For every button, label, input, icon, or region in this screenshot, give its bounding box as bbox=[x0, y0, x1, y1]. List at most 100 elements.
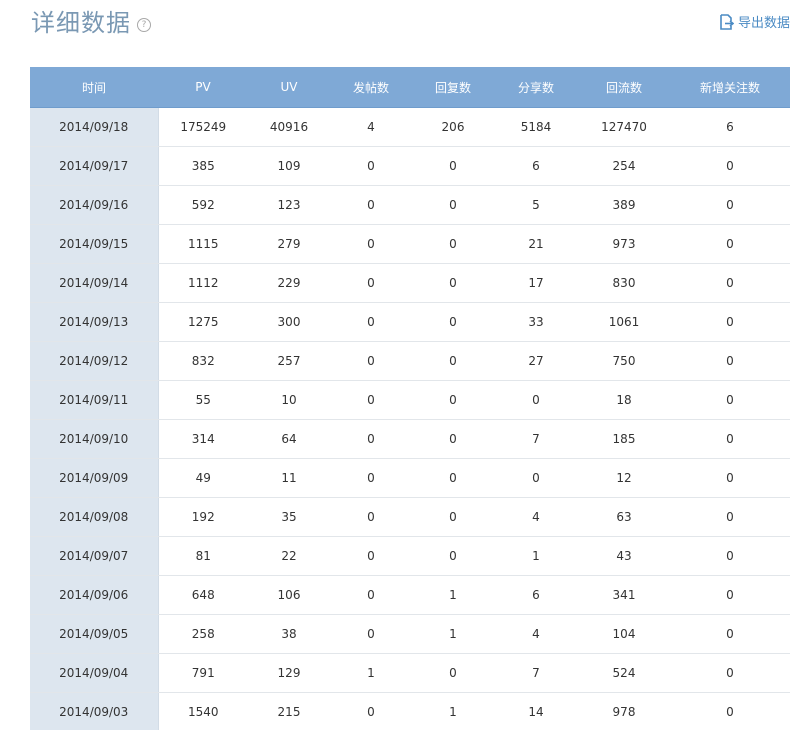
cell-backflow: 63 bbox=[578, 497, 670, 537]
cell-pv: 49 bbox=[158, 458, 248, 498]
cell-replies: 0 bbox=[412, 185, 494, 225]
cell-pv: 1112 bbox=[158, 263, 248, 303]
title-row: 详细数据 ? bbox=[31, 6, 151, 40]
table-row: 2014/09/17 385 109 0 0 6 254 0 bbox=[30, 146, 790, 186]
cell-posts: 0 bbox=[330, 185, 412, 225]
cell-replies: 0 bbox=[412, 653, 494, 693]
cell-new-follows: 0 bbox=[670, 497, 790, 537]
cell-uv: 64 bbox=[248, 419, 330, 459]
cell-replies: 0 bbox=[412, 302, 494, 342]
table-row: 2014/09/15 1115 279 0 0 21 973 0 bbox=[30, 224, 790, 264]
table-row: 2014/09/03 1540 215 0 1 14 978 0 bbox=[30, 692, 790, 730]
cell-replies: 0 bbox=[412, 224, 494, 264]
cell-posts: 0 bbox=[330, 380, 412, 420]
table-row: 2014/09/11 55 10 0 0 0 18 0 bbox=[30, 380, 790, 420]
cell-uv: 123 bbox=[248, 185, 330, 225]
cell-shares: 33 bbox=[494, 302, 578, 342]
cell-replies: 0 bbox=[412, 497, 494, 537]
cell-shares: 4 bbox=[494, 497, 578, 537]
page: 详细数据 ? 导出数据 时间 PV UV 发帖数 回复数 分享数 回流数 新增关注 bbox=[0, 0, 799, 730]
cell-backflow: 978 bbox=[578, 692, 670, 730]
cell-shares: 4 bbox=[494, 614, 578, 654]
cell-pv: 1275 bbox=[158, 302, 248, 342]
export-data-button[interactable]: 导出数据 bbox=[720, 12, 790, 31]
cell-pv: 1115 bbox=[158, 224, 248, 264]
column-header-shares: 分享数 bbox=[494, 67, 578, 108]
table-row: 2014/09/13 1275 300 0 0 33 1061 0 bbox=[30, 302, 790, 342]
cell-posts: 0 bbox=[330, 146, 412, 186]
cell-date: 2014/09/15 bbox=[30, 224, 159, 264]
cell-posts: 0 bbox=[330, 575, 412, 615]
cell-replies: 206 bbox=[412, 107, 494, 147]
cell-date: 2014/09/14 bbox=[30, 263, 159, 303]
cell-uv: 229 bbox=[248, 263, 330, 303]
cell-new-follows: 0 bbox=[670, 185, 790, 225]
cell-date: 2014/09/03 bbox=[30, 692, 159, 730]
cell-new-follows: 0 bbox=[670, 146, 790, 186]
cell-posts: 0 bbox=[330, 341, 412, 381]
cell-replies: 0 bbox=[412, 263, 494, 303]
cell-uv: 38 bbox=[248, 614, 330, 654]
column-header-backflow: 回流数 bbox=[578, 67, 670, 108]
cell-backflow: 104 bbox=[578, 614, 670, 654]
cell-pv: 314 bbox=[158, 419, 248, 459]
cell-posts: 4 bbox=[330, 107, 412, 147]
table-row: 2014/09/14 1112 229 0 0 17 830 0 bbox=[30, 263, 790, 303]
cell-posts: 0 bbox=[330, 224, 412, 264]
cell-new-follows: 0 bbox=[670, 302, 790, 342]
cell-new-follows: 0 bbox=[670, 224, 790, 264]
column-header-uv: UV bbox=[248, 67, 330, 108]
cell-posts: 0 bbox=[330, 614, 412, 654]
cell-shares: 0 bbox=[494, 458, 578, 498]
cell-backflow: 973 bbox=[578, 224, 670, 264]
column-header-replies: 回复数 bbox=[412, 67, 494, 108]
export-file-icon bbox=[720, 13, 734, 30]
cell-replies: 1 bbox=[412, 575, 494, 615]
cell-uv: 10 bbox=[248, 380, 330, 420]
detail-data-table: 时间 PV UV 发帖数 回复数 分享数 回流数 新增关注数 2014/09/18 175249… bbox=[30, 67, 790, 730]
cell-date: 2014/09/08 bbox=[30, 497, 159, 537]
cell-date: 2014/09/17 bbox=[30, 146, 159, 186]
table-row: 2014/09/05 258 38 0 1 4 104 0 bbox=[30, 614, 790, 654]
cell-new-follows: 0 bbox=[670, 692, 790, 730]
cell-posts: 0 bbox=[330, 536, 412, 576]
cell-shares: 14 bbox=[494, 692, 578, 730]
cell-date: 2014/09/12 bbox=[30, 341, 159, 381]
cell-uv: 129 bbox=[248, 653, 330, 693]
cell-date: 2014/09/05 bbox=[30, 614, 159, 654]
table-row: 2014/09/08 192 35 0 0 4 63 0 bbox=[30, 497, 790, 537]
cell-backflow: 185 bbox=[578, 419, 670, 459]
cell-date: 2014/09/07 bbox=[30, 536, 159, 576]
cell-backflow: 1061 bbox=[578, 302, 670, 342]
column-header-pv: PV bbox=[158, 67, 248, 108]
cell-replies: 0 bbox=[412, 146, 494, 186]
column-header-date: 时间 bbox=[30, 67, 158, 108]
cell-new-follows: 0 bbox=[670, 341, 790, 381]
cell-date: 2014/09/06 bbox=[30, 575, 159, 615]
cell-pv: 1540 bbox=[158, 692, 248, 730]
cell-new-follows: 0 bbox=[670, 536, 790, 576]
cell-posts: 1 bbox=[330, 653, 412, 693]
cell-backflow: 18 bbox=[578, 380, 670, 420]
cell-uv: 257 bbox=[248, 341, 330, 381]
cell-uv: 300 bbox=[248, 302, 330, 342]
table-row: 2014/09/12 832 257 0 0 27 750 0 bbox=[30, 341, 790, 381]
cell-uv: 106 bbox=[248, 575, 330, 615]
cell-date: 2014/09/04 bbox=[30, 653, 159, 693]
cell-shares: 1 bbox=[494, 536, 578, 576]
cell-new-follows: 0 bbox=[670, 380, 790, 420]
cell-date: 2014/09/09 bbox=[30, 458, 159, 498]
cell-shares: 0 bbox=[494, 380, 578, 420]
cell-pv: 648 bbox=[158, 575, 248, 615]
cell-new-follows: 0 bbox=[670, 614, 790, 654]
table-header-row: 时间 PV UV 发帖数 回复数 分享数 回流数 新增关注数 bbox=[30, 67, 790, 108]
cell-uv: 40916 bbox=[248, 107, 330, 147]
cell-uv: 109 bbox=[248, 146, 330, 186]
cell-date: 2014/09/18 bbox=[30, 107, 159, 147]
cell-date: 2014/09/13 bbox=[30, 302, 159, 342]
page-title: 详细数据 bbox=[31, 9, 131, 37]
cell-backflow: 750 bbox=[578, 341, 670, 381]
question-circle-icon[interactable]: ? bbox=[137, 18, 151, 32]
table-row: 2014/09/06 648 106 0 1 6 341 0 bbox=[30, 575, 790, 615]
cell-shares: 5184 bbox=[494, 107, 578, 147]
